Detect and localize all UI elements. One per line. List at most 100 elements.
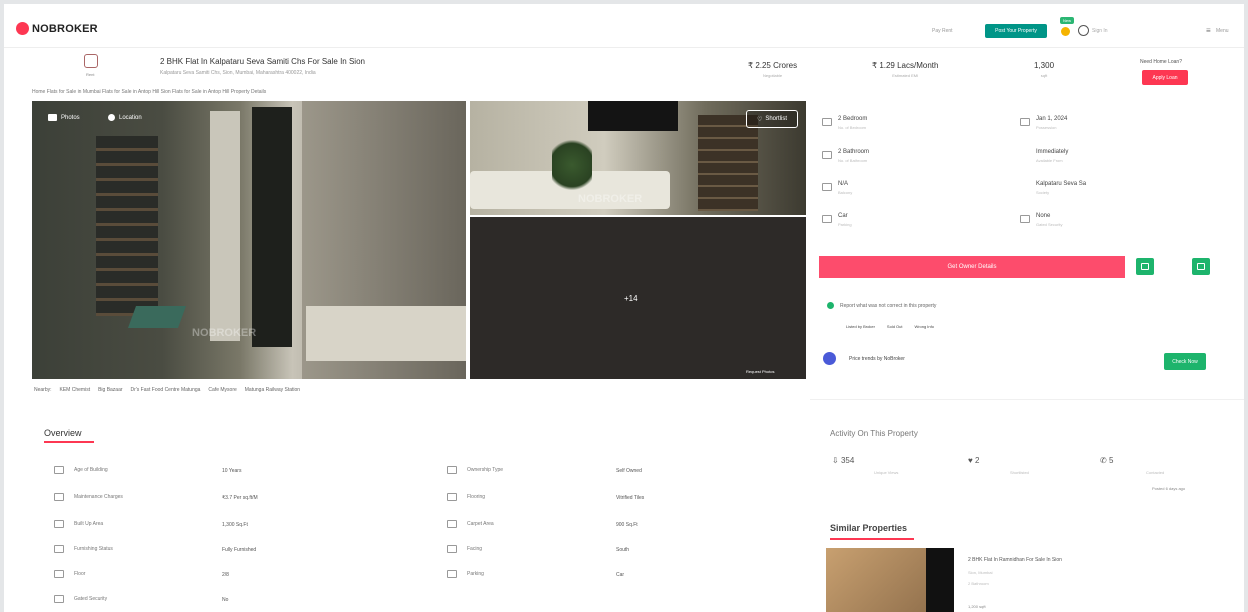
- shortlist-count: ♥ 2: [968, 456, 980, 465]
- overview-value: No: [222, 597, 229, 603]
- coin-icon[interactable]: [1061, 27, 1070, 36]
- logo-icon: [16, 22, 29, 35]
- car-icon: [822, 215, 832, 223]
- detail-parking: Car Parking: [822, 213, 852, 227]
- overview-item: Furnishing Status: [54, 545, 113, 553]
- user-name[interactable]: Sign In: [1092, 28, 1108, 34]
- watermark: NOBROKER: [578, 193, 643, 205]
- photos-button[interactable]: Photos: [48, 114, 80, 121]
- detail-available: Immediately Available From: [1020, 149, 1068, 163]
- more-photos-count[interactable]: +14: [624, 294, 638, 303]
- nearby-item[interactable]: Big Bazaar: [98, 387, 122, 393]
- similar-underline: [830, 538, 914, 540]
- detail-bedroom: 2 Bedroom No. of Bedroom: [822, 116, 867, 130]
- detail-label: Society: [1036, 190, 1050, 195]
- location-button[interactable]: Location: [108, 114, 142, 121]
- report-option[interactable]: Listed by Broker: [846, 324, 875, 329]
- menu-label[interactable]: Menu: [1216, 28, 1229, 34]
- report-icon: [827, 302, 834, 309]
- top-header: NOBROKER Pay Rent Post Your Property New…: [4, 4, 1244, 48]
- detail-value: None: [1036, 213, 1051, 219]
- more-photos-tile[interactable]: [470, 217, 806, 379]
- balcony-icon: [822, 183, 832, 191]
- property-title: 2 BHK Flat In Kalpataru Seva Samiti Chs …: [160, 57, 365, 66]
- nearby-item[interactable]: Dr's Fast Food Centre Matunga: [131, 387, 201, 393]
- overview-label: Age of Building: [74, 467, 108, 473]
- detail-label: Balcony: [838, 190, 853, 195]
- door-image: [252, 107, 292, 347]
- breadcrumb[interactable]: Home Flats for Sale in Mumbai Flats for …: [32, 89, 266, 95]
- detail-label: Gated Security: [1036, 222, 1063, 227]
- similar-property-image[interactable]: [826, 548, 954, 612]
- shortlist-button[interactable]: ♡ Shortlist: [746, 110, 798, 128]
- apply-loan-button[interactable]: Apply Loan: [1142, 70, 1188, 85]
- area-icon: [54, 520, 64, 528]
- detail-value: Kalpataru Seva Sa: [1036, 181, 1087, 187]
- detail-label: Possession: [1036, 125, 1057, 130]
- get-owner-details-button[interactable]: Get Owner Details: [819, 256, 1125, 278]
- schedule-visit-button[interactable]: [1136, 258, 1154, 275]
- nearby-item[interactable]: Matunga Railway Station: [245, 387, 300, 393]
- flooring-icon: [447, 493, 457, 501]
- logo-text: NOBROKER: [32, 22, 98, 35]
- overview-item: Built Up Area: [54, 520, 103, 528]
- compass-icon: [447, 545, 457, 553]
- photos-label: Photos: [61, 114, 80, 121]
- location-label: Location: [119, 114, 142, 121]
- price-trend-icon: [823, 352, 836, 365]
- overview-label: Carpet Area: [467, 521, 494, 527]
- report-options: Listed by Broker Sold Out Wrong Info: [846, 324, 934, 329]
- overview-item: Age of Building: [54, 466, 108, 474]
- request-photos-link[interactable]: Request Photos: [746, 369, 774, 374]
- ownership-icon: [447, 466, 457, 474]
- contacts-value: 5: [1108, 456, 1114, 465]
- rug-image: [127, 306, 187, 328]
- detail-value: 2 Bathroom: [838, 149, 870, 155]
- price-stat: ₹ 2.25 Crores Negotiable: [748, 61, 797, 78]
- check-now-button[interactable]: Check Now: [1164, 353, 1206, 370]
- overview-item: Gated Security: [54, 595, 107, 603]
- overview-label: Floor: [74, 571, 86, 577]
- overview-item: Carpet Area: [447, 520, 494, 528]
- report-option[interactable]: Wrong Info: [914, 324, 934, 329]
- nearby-item[interactable]: KEM Chemist: [60, 387, 91, 393]
- chat-button[interactable]: [1192, 258, 1210, 275]
- heart-icon: ♡: [756, 116, 763, 123]
- report-option[interactable]: Sold Out: [887, 324, 903, 329]
- report-text: Report what was not correct in this prop…: [840, 303, 937, 309]
- post-property-button[interactable]: Post Your Property: [985, 24, 1047, 38]
- posted-note: Posted 6 days ago: [1152, 486, 1186, 491]
- price-label: Negotiable: [762, 73, 783, 78]
- chat-icon: [1197, 263, 1205, 270]
- overview-value: Self Owned: [616, 468, 642, 474]
- emi-value: ₹ 1.29 Lacs/Month: [872, 61, 939, 70]
- user-icon[interactable]: [1078, 25, 1089, 36]
- area-stat: 1,300 sqft: [1034, 61, 1054, 78]
- shortlists-label: Shortlisted: [1010, 470, 1029, 475]
- nearby-item[interactable]: Cafe Mysore: [208, 387, 236, 393]
- building-icon: [1020, 183, 1030, 191]
- overview-value: Car: [616, 572, 625, 578]
- overview-value: 2/8: [222, 572, 229, 578]
- home-loan-label: Need Home Loan?: [1140, 59, 1182, 65]
- car-icon: [447, 570, 457, 578]
- logo[interactable]: NOBROKER: [16, 22, 98, 35]
- overview-label: Facing: [467, 546, 483, 552]
- new-badge: New: [1060, 17, 1075, 24]
- overview-item: Floor: [54, 570, 85, 578]
- similar-property-name[interactable]: 2 BHK Flat In Ramnidhan For Sale In Sion: [968, 557, 1062, 563]
- price-trends-text: Price trends by NoBroker: [849, 356, 905, 362]
- calendar-icon: [1020, 118, 1030, 126]
- watermark: NOBROKER: [192, 327, 257, 339]
- contacts-label: Contacted: [1146, 470, 1165, 475]
- detail-label: Available From: [1036, 158, 1063, 163]
- detail-value: Car: [838, 213, 848, 219]
- nearby-label: Nearby:: [34, 387, 52, 393]
- detail-label: Parking: [838, 222, 852, 227]
- overview-label: Furnishing Status: [74, 546, 113, 552]
- detail-security: None Gated Security: [1020, 213, 1062, 227]
- menu-icon[interactable]: ≡: [1206, 26, 1211, 35]
- main-photo[interactable]: NOBROKER: [32, 101, 466, 379]
- overview-value: Fully Furnished: [222, 547, 257, 553]
- pay-rent-link[interactable]: Pay Rent: [932, 28, 953, 34]
